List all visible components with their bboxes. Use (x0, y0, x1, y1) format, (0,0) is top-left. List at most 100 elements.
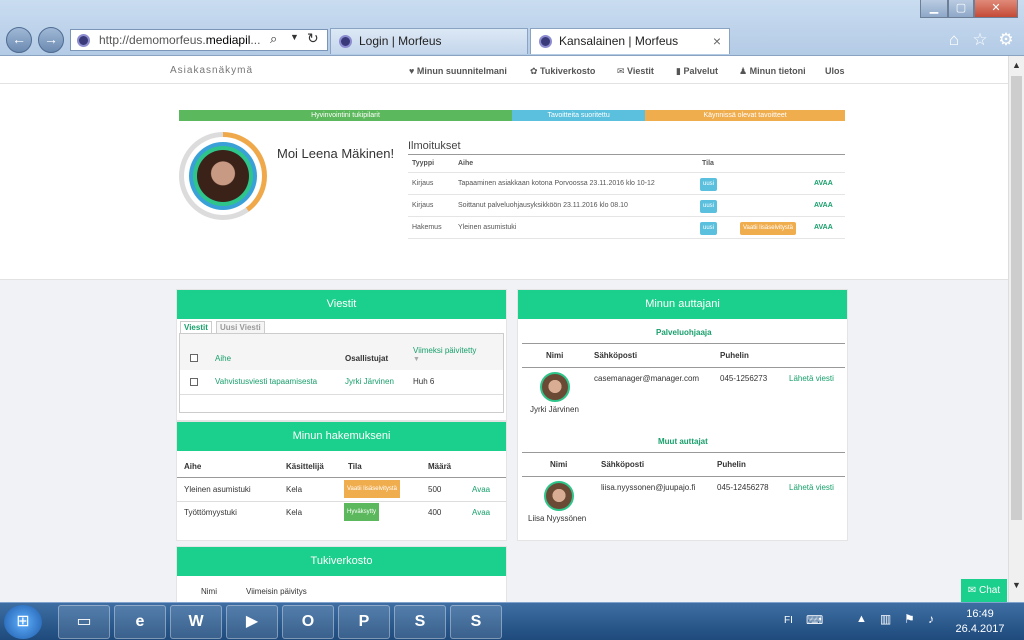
keyboard-icon[interactable]: ⌨ (806, 613, 823, 627)
nav-messages[interactable]: ✉ Viestit (617, 66, 654, 77)
messages-table: Aihe Osallistujat Viimeksi päivitetty ▼ … (179, 333, 504, 413)
home-icon[interactable]: ⌂ (944, 30, 964, 50)
skype-business-icon[interactable]: S (450, 605, 502, 639)
notifications-table: Tyyppi Aihe Tila Kirjaus Tapaaminen asia… (408, 154, 845, 239)
tray-icon[interactable]: ▲ (856, 613, 867, 625)
helpers-panel: Minun auttajani Palveluohjaaja Nimi Sähk… (517, 289, 848, 541)
search-icon[interactable]: ⌕ (270, 31, 277, 47)
notification-row: Hakemus Yleinen asumistuki uusi Vaatii l… (408, 217, 845, 239)
nav-logout[interactable]: Ulos (825, 66, 845, 76)
flag-icon[interactable]: ⚑ (904, 612, 915, 626)
notifications-title: Ilmoitukset (408, 140, 461, 152)
support-network-panel: Tukiverkosto Nimi Viimeisin päivitys (176, 546, 507, 606)
site-favicon-icon (77, 34, 90, 47)
progress-segment-pillars: Hyvinvointini tukipilarit (179, 110, 512, 121)
row-checkbox[interactable] (190, 378, 198, 386)
send-message-link[interactable]: Lähetä viesti (789, 374, 834, 383)
maximize-button[interactable]: ▢ (948, 0, 974, 18)
brand-title: Asiakasnäkymä (170, 65, 254, 76)
status-badge: Vaatii lisäselvitystä (344, 480, 400, 498)
tab-login[interactable]: Login | Morfeus (330, 28, 528, 54)
messages-panel: Viestit Viestit Uusi Viesti Aihe Osallis… (176, 289, 507, 421)
forward-icon[interactable]: → (38, 27, 64, 53)
avatar (540, 372, 570, 402)
nav-my-plan[interactable]: ♥ Minun suunnitelmani (409, 66, 507, 76)
system-clock[interactable]: 16:49 26.4.2017 (952, 607, 1008, 637)
select-all-checkbox[interactable] (190, 354, 198, 362)
status-badge: Vaatii lisäselvitystä (740, 222, 796, 235)
morfeus-favicon-icon (539, 35, 552, 48)
progress-segment-ongoing: Käynnissä olevat tavoitteet (645, 110, 845, 121)
open-link[interactable]: AVAA (814, 224, 833, 231)
applications-panel-title: Minun hakemukseni (177, 422, 506, 451)
nav-support-network[interactable]: ✿ Tukiverkosto (530, 66, 595, 77)
send-message-link[interactable]: Lähetä viesti (789, 483, 834, 492)
word-icon[interactable]: W (170, 605, 222, 639)
status-badge: uusi (700, 178, 718, 191)
applications-panel: Minun hakemukseni Aihe Käsittelijä Tila … (176, 421, 507, 541)
open-application-link[interactable]: Avaa (472, 485, 490, 494)
status-badge: uusi (700, 200, 718, 213)
tab-new-message[interactable]: Uusi Viesti (216, 321, 265, 333)
page-scrollbar[interactable]: ▲ ▼ (1008, 56, 1024, 602)
progress-segment-completed: Tavoitteita suoritettu (512, 110, 646, 121)
morfeus-favicon-icon (339, 35, 352, 48)
scroll-down-icon[interactable]: ▼ (1012, 580, 1021, 590)
notification-row: Kirjaus Tapaaminen asiakkaan kotona Porv… (408, 173, 845, 195)
folder-icon[interactable]: ▭ (58, 605, 110, 639)
chat-button[interactable]: ✉ Chat (961, 579, 1007, 602)
ie-icon[interactable]: e (114, 605, 166, 639)
message-updated: Huh 6 (413, 377, 435, 386)
app-header: Asiakasnäkymä ♥ Minun suunnitelmani ✿ Tu… (0, 56, 1008, 84)
nav-my-info[interactable]: ♟ Minun tietoni (739, 66, 806, 77)
minimize-button[interactable]: ▁ (920, 0, 948, 18)
open-link[interactable]: AVAA (814, 180, 833, 187)
status-badge: Hyväksytty (344, 503, 380, 521)
helpers-panel-title: Minun auttajani (518, 290, 847, 319)
browser-chrome: ▁ ▢ ✕ ← → http://demomorfeus.mediapil...… (0, 0, 1024, 56)
scroll-thumb[interactable] (1011, 76, 1022, 520)
chevron-down-icon[interactable]: ▼ (290, 32, 299, 42)
tab-kansalainen[interactable]: Kansalainen | Morfeus × (530, 28, 730, 54)
close-tab-icon[interactable]: × (713, 29, 721, 53)
group-title: Palveluohjaaja (656, 328, 712, 337)
avatar (544, 481, 574, 511)
outlook-icon[interactable]: O (282, 605, 334, 639)
notifications-header-row: Tyyppi Aihe Tila (408, 155, 845, 173)
open-application-link[interactable]: Avaa (472, 508, 490, 517)
settings-gear-icon[interactable]: ⚙ (996, 30, 1016, 50)
column-header-participants: Osallistujat (345, 354, 389, 363)
column-header-updated[interactable]: Viimeksi päivitetty (413, 346, 476, 355)
language-indicator[interactable]: FI (784, 615, 793, 626)
nav-services[interactable]: ▮ Palvelut (676, 66, 718, 77)
profile-section: Hyvinvointini tukipilarit Tavoitteita su… (0, 84, 1008, 280)
volume-icon[interactable]: ♪ (928, 612, 934, 626)
column-header-status: Tila (348, 462, 362, 471)
powerpoint-icon[interactable]: P (338, 605, 390, 639)
sort-down-icon[interactable]: ▼ (413, 356, 420, 363)
support-panel-title: Tukiverkosto (177, 547, 506, 576)
greeting-text: Moi Leena Mäkinen! (277, 146, 395, 161)
column-header-handler: Käsittelijä (286, 462, 324, 471)
message-topic-link[interactable]: Vahvistusviesti tapaamisesta (215, 377, 317, 386)
notification-row: Kirjaus Soittanut palveluohjausyksikköön… (408, 195, 845, 217)
column-header-topic[interactable]: Aihe (215, 354, 231, 363)
back-icon[interactable]: ← (6, 27, 32, 53)
column-header-topic: Aihe (184, 462, 202, 471)
start-button[interactable]: ⊞ (4, 605, 42, 639)
favorites-star-icon[interactable]: ☆ (970, 30, 990, 50)
goal-progress-bar: Hyvinvointini tukipilarit Tavoitteita su… (179, 110, 845, 121)
windows-taskbar: ⊞ ▭ e W ▶ O P S S FI ⌨ ▲ ▥ ⚑ ♪ 16:49 26.… (0, 602, 1024, 640)
tab-messages[interactable]: Viestit (180, 321, 212, 333)
profile-photo (197, 150, 249, 202)
media-icon[interactable]: ▶ (226, 605, 278, 639)
open-link[interactable]: AVAA (814, 202, 833, 209)
skype-icon[interactable]: S (394, 605, 446, 639)
refresh-icon[interactable]: ↻ (307, 30, 319, 47)
message-participant[interactable]: Jyrki Järvinen (345, 377, 394, 386)
close-window-button[interactable]: ✕ (974, 0, 1018, 18)
scroll-up-icon[interactable]: ▲ (1012, 60, 1021, 70)
network-icon[interactable]: ▥ (880, 612, 891, 626)
profile-avatar (179, 132, 267, 220)
group-title: Muut auttajat (658, 437, 708, 446)
